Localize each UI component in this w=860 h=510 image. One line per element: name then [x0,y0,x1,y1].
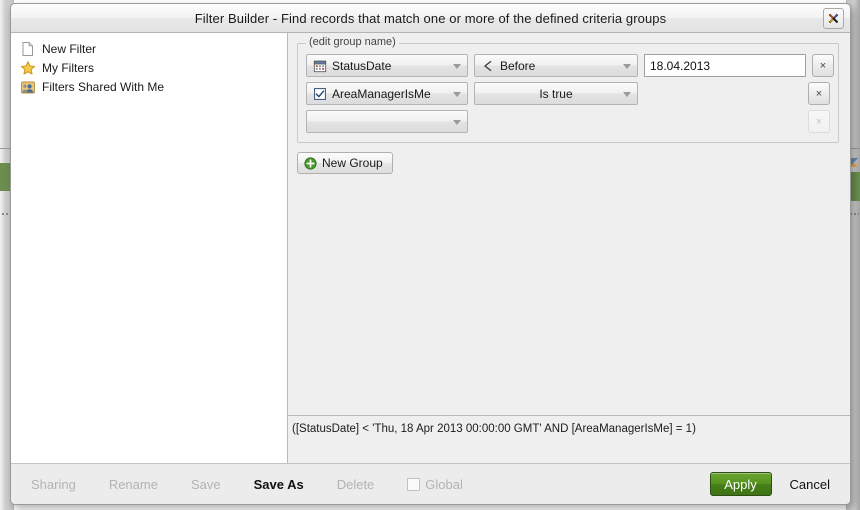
operator-select-before[interactable]: Before [474,54,638,77]
sharing-button: Sharing [31,476,76,492]
cancel-button[interactable]: Cancel [790,477,830,492]
chevron-down-icon [453,63,461,69]
sidebar-item-label: My Filters [42,60,94,75]
dialog-titlebar: Filter Builder - Find records that match… [11,4,850,33]
sidebar-item-my-filters[interactable]: My Filters [11,58,287,77]
global-checkbox: Global [407,477,463,492]
global-checkbox-label: Global [425,476,463,492]
remove-condition-button[interactable]: × [808,82,830,105]
new-group-wrap: New Group [297,152,839,174]
close-button[interactable] [823,8,844,29]
save-as-button[interactable]: Save As [254,477,304,492]
sidebar-item-filters-shared-with-me[interactable]: Filters Shared With Me [11,77,287,96]
remove-condition-label: × [819,59,827,72]
close-icon [828,13,839,24]
field-select-value: StatusDate [332,58,392,73]
delete-button: Delete [336,476,375,492]
group-name-label[interactable]: (edit group name) [306,36,399,48]
criteria-area: (edit group name) StatusDate Before 18.0… [288,33,850,415]
less-than-icon [484,60,492,71]
calendar-icon [313,60,327,72]
document-icon [22,41,33,56]
remove-condition-button[interactable]: × [812,54,834,77]
new-group-label: New Group [322,156,383,170]
shared-users-icon [21,81,35,93]
chevron-down-icon [623,63,631,69]
expression-text: ([StatusDate] < 'Thu, 18 Apr 2013 00:00:… [292,423,696,435]
dialog-body: New Filter My Filters Filters Shared Wit… [11,33,850,463]
criteria-group: (edit group name) StatusDate Before 18.0… [297,36,839,143]
dialog-footer: Sharing Rename Save Save As Delete Globa… [11,463,850,504]
chevron-down-icon [453,91,461,97]
operator-select-value: Is true [539,86,573,101]
criteria-row: StatusDate Before 18.04.2013 × [306,54,834,77]
rename-button: Rename [108,476,158,492]
remove-condition-button-disabled: × [808,110,830,133]
criteria-row: × [306,110,830,133]
operator-select-is-true[interactable]: Is true [474,82,638,105]
field-select-areamanagerisme[interactable]: AreaManagerIsMe [306,82,468,105]
chevron-down-icon [453,119,461,125]
new-group-button[interactable]: New Group [297,152,393,174]
checkbox-icon [314,87,326,100]
field-select-empty[interactable] [306,110,468,133]
criteria-pane: (edit group name) StatusDate Before 18.0… [288,33,850,463]
remove-condition-label: × [815,115,823,128]
expression-status-bar: ([StatusDate] < 'Thu, 18 Apr 2013 00:00:… [288,415,850,463]
value-input-statusdate[interactable]: 18.04.2013 [644,54,806,77]
sidebar-item-label: New Filter [42,41,97,56]
chevron-down-icon [623,91,631,97]
filter-builder-dialog: Filter Builder - Find records that match… [10,3,851,505]
dialog-title: Filter Builder - Find records that match… [194,10,667,26]
star-icon [20,60,36,75]
field-select-value: AreaManagerIsMe [332,86,431,101]
remove-condition-label: × [815,87,823,100]
save-button: Save [190,476,221,492]
apply-button[interactable]: Apply [709,472,772,496]
criteria-row: AreaManagerIsMe Is true × [306,82,830,105]
operator-select-value: Before [500,58,536,73]
apply-label: Apply [724,476,757,492]
sidebar-item-label: Filters Shared With Me [42,79,165,94]
global-checkbox-box [407,477,421,491]
sidebar-item-new-filter[interactable]: New Filter [11,39,287,58]
plus-circle-icon [304,156,317,170]
value-input-text: 18.04.2013 [650,58,711,73]
field-select-statusdate[interactable]: StatusDate [306,54,468,77]
filter-tree-sidebar: New Filter My Filters Filters Shared Wit… [11,33,288,463]
